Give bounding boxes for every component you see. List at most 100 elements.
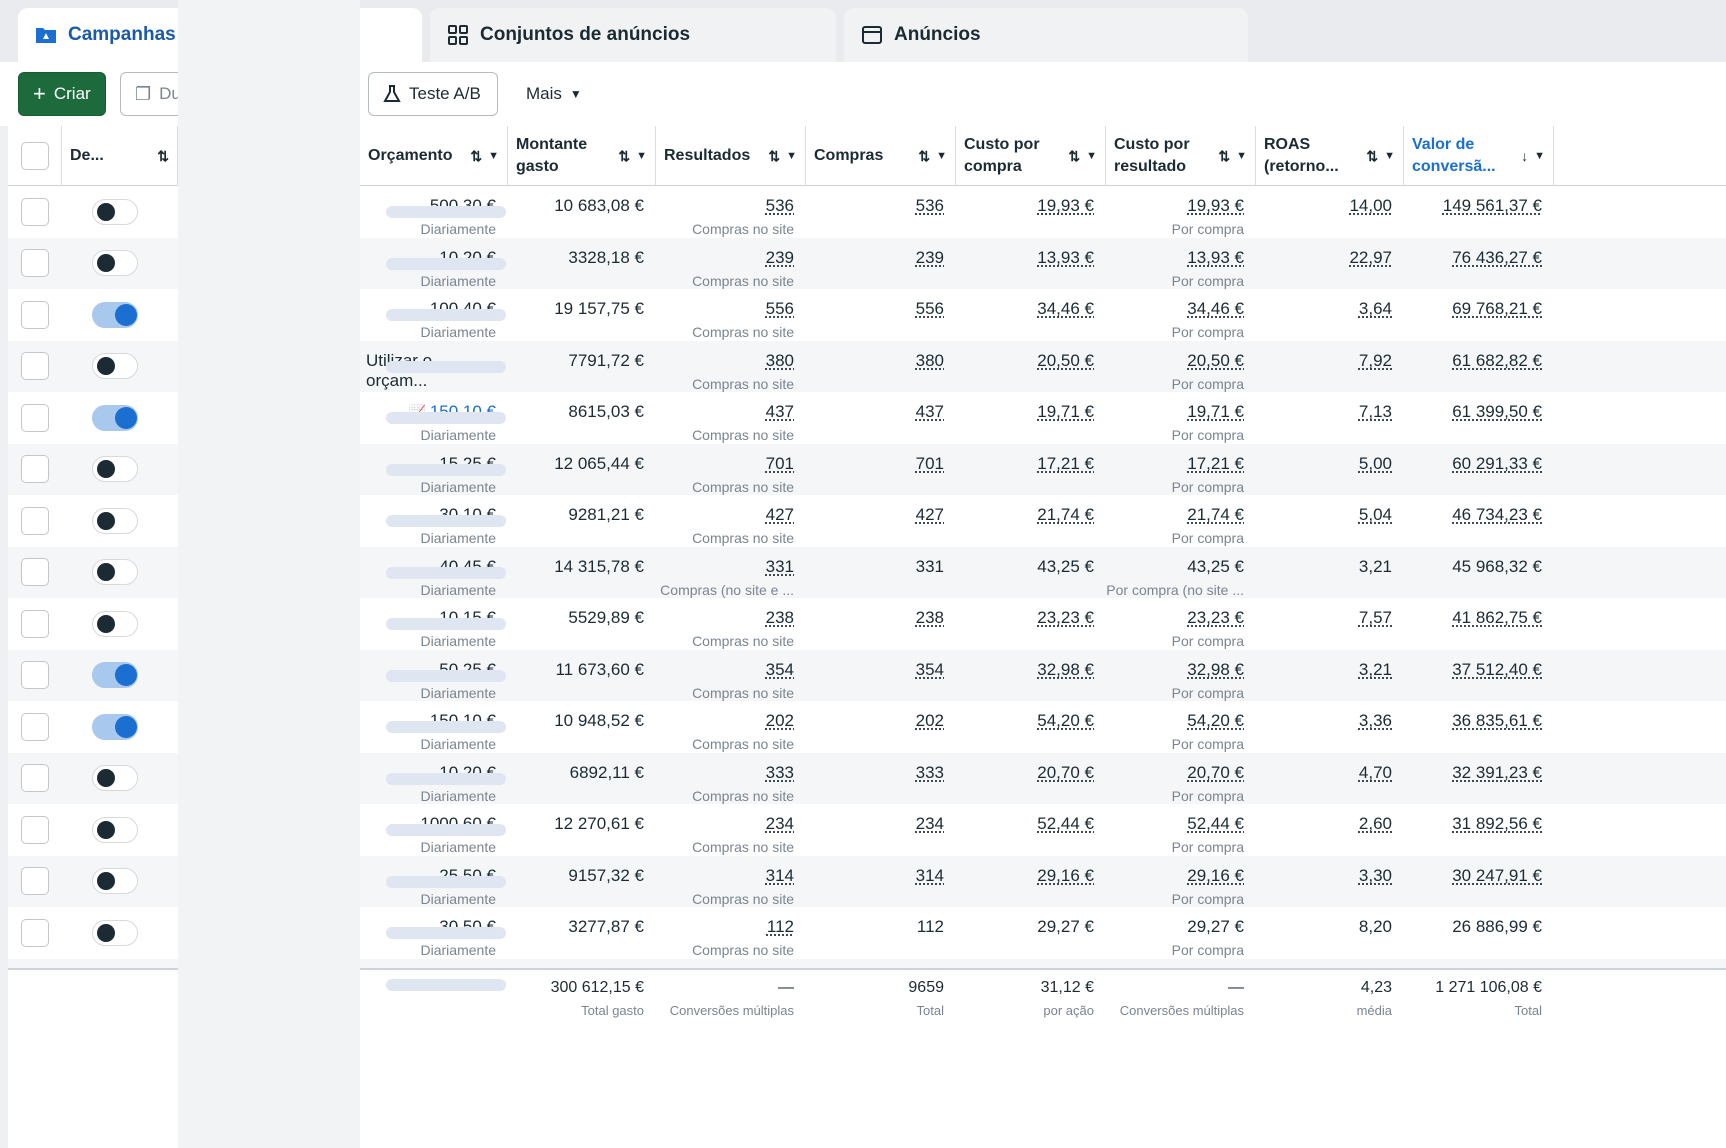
purchases-value[interactable]: 333 — [806, 763, 944, 783]
delivery-toggle[interactable] — [92, 765, 138, 792]
purchases-value[interactable]: 556 — [806, 299, 944, 319]
results-value[interactable]: 427 — [656, 505, 794, 525]
col-roas[interactable]: ROAS (retorno... ⇅ ▼ — [1256, 126, 1404, 186]
cpr-value[interactable]: 21,74 € — [1106, 505, 1244, 525]
cpp-value[interactable]: 13,93 € — [956, 248, 1094, 268]
results-value[interactable]: 536 — [656, 196, 794, 216]
cpr-value[interactable]: 34,46 € — [1106, 299, 1244, 319]
tab-adsets[interactable]: Conjuntos de anúncios — [430, 8, 836, 62]
row-checkbox[interactable] — [21, 867, 49, 896]
col-budget[interactable]: Orçamento ⇅ ▼ — [360, 126, 508, 186]
results-value[interactable]: 112 — [656, 917, 794, 937]
cpp-value[interactable]: 29,16 € — [956, 866, 1094, 886]
sort-icon[interactable]: ⇅ — [1068, 145, 1080, 167]
cpp-value[interactable]: 43,25 € — [956, 557, 1094, 577]
results-value[interactable]: 556 — [656, 299, 794, 319]
results-value[interactable]: 331 — [656, 557, 794, 577]
cpp-value[interactable]: 23,23 € — [956, 608, 1094, 628]
conv-value[interactable]: 46 734,23 € — [1404, 505, 1542, 525]
purchases-value[interactable]: 314 — [806, 866, 944, 886]
more-dropdown[interactable]: Mais ▼ — [512, 72, 596, 116]
row-checkbox[interactable] — [21, 197, 49, 226]
row-checkbox[interactable] — [21, 918, 49, 947]
cpr-value[interactable]: 54,20 € — [1106, 711, 1244, 731]
conv-value[interactable]: 32 391,23 € — [1404, 763, 1542, 783]
caret-down-icon[interactable]: ▼ — [1384, 145, 1395, 167]
row-checkbox[interactable] — [21, 764, 49, 793]
col-results[interactable]: Resultados ⇅ ▼ — [656, 126, 806, 186]
cpp-value[interactable]: 29,27 € — [956, 917, 1094, 937]
caret-down-icon[interactable]: ▼ — [488, 145, 499, 167]
delivery-toggle[interactable] — [92, 713, 138, 740]
row-checkbox[interactable] — [21, 300, 49, 329]
delivery-toggle[interactable] — [92, 559, 138, 586]
cpr-value[interactable]: 19,93 € — [1106, 196, 1244, 216]
results-value[interactable]: 380 — [656, 351, 794, 371]
roas-value[interactable]: 3,64 — [1256, 299, 1392, 319]
delivery-toggle[interactable] — [92, 353, 138, 380]
cpr-value[interactable]: 32,98 € — [1106, 660, 1244, 680]
purchases-value[interactable]: 331 — [806, 557, 944, 577]
roas-value[interactable]: 14,00 — [1256, 196, 1392, 216]
sort-icon[interactable]: ⇅ — [1366, 145, 1378, 167]
delivery-toggle[interactable] — [92, 404, 138, 431]
row-checkbox[interactable] — [21, 249, 49, 278]
conv-value[interactable]: 26 886,99 € — [1404, 917, 1542, 937]
conv-value[interactable]: 61 399,50 € — [1404, 402, 1542, 422]
results-value[interactable]: 238 — [656, 608, 794, 628]
conv-value[interactable]: 45 968,32 € — [1404, 557, 1542, 577]
roas-value[interactable]: 22,97 — [1256, 248, 1392, 268]
cpr-value[interactable]: 20,70 € — [1106, 763, 1244, 783]
col-delivery[interactable]: De... ⇅ — [62, 126, 178, 186]
roas-value[interactable]: 3,21 — [1256, 557, 1392, 577]
results-value[interactable]: 333 — [656, 763, 794, 783]
caret-down-icon[interactable]: ▼ — [1236, 145, 1247, 167]
cpr-value[interactable]: 29,16 € — [1106, 866, 1244, 886]
conv-value[interactable]: 36 835,61 € — [1404, 711, 1542, 731]
roas-value[interactable]: 7,57 — [1256, 608, 1392, 628]
tab-ads[interactable]: Anúncios — [844, 8, 1248, 62]
conv-value[interactable]: 149 561,37 € — [1404, 196, 1542, 216]
row-checkbox[interactable] — [21, 712, 49, 741]
sort-icon[interactable]: ⇅ — [618, 145, 630, 167]
results-value[interactable]: 202 — [656, 711, 794, 731]
conv-value[interactable]: 37 512,40 € — [1404, 660, 1542, 680]
row-checkbox[interactable] — [21, 403, 49, 432]
purchases-value[interactable]: 427 — [806, 505, 944, 525]
delivery-toggle[interactable] — [92, 610, 138, 637]
results-value[interactable]: 234 — [656, 814, 794, 834]
sort-desc-icon[interactable]: ↓ — [1521, 145, 1528, 167]
row-checkbox[interactable] — [21, 815, 49, 844]
cpr-value[interactable]: 19,71 € — [1106, 402, 1244, 422]
results-value[interactable]: 701 — [656, 454, 794, 474]
conv-value[interactable]: 69 768,21 € — [1404, 299, 1542, 319]
purchases-value[interactable]: 112 — [806, 917, 944, 937]
purchases-value[interactable]: 437 — [806, 402, 944, 422]
roas-value[interactable]: 5,00 — [1256, 454, 1392, 474]
caret-down-icon[interactable]: ▼ — [786, 145, 797, 167]
caret-down-icon[interactable]: ▼ — [1086, 145, 1097, 167]
conv-value[interactable]: 30 247,91 € — [1404, 866, 1542, 886]
cpp-value[interactable]: 19,71 € — [956, 402, 1094, 422]
sort-icon[interactable]: ⇅ — [768, 145, 780, 167]
delivery-toggle[interactable] — [92, 919, 138, 946]
sort-icon[interactable]: ⇅ — [1218, 145, 1230, 167]
caret-down-icon[interactable]: ▼ — [1534, 145, 1545, 167]
conv-value[interactable]: 41 862,75 € — [1404, 608, 1542, 628]
delivery-toggle[interactable] — [92, 301, 138, 328]
col-cost-per-result[interactable]: Custo por resultado ⇅ ▼ — [1106, 126, 1256, 186]
conv-value[interactable]: 61 682,82 € — [1404, 351, 1542, 371]
cpp-value[interactable]: 21,74 € — [956, 505, 1094, 525]
roas-value[interactable]: 7,92 — [1256, 351, 1392, 371]
roas-value[interactable]: 5,04 — [1256, 505, 1392, 525]
roas-value[interactable]: 8,20 — [1256, 917, 1392, 937]
cpr-value[interactable]: 43,25 € — [1106, 557, 1244, 577]
purchases-value[interactable]: 238 — [806, 608, 944, 628]
purchases-value[interactable]: 380 — [806, 351, 944, 371]
cpr-value[interactable]: 17,21 € — [1106, 454, 1244, 474]
col-purchases[interactable]: Compras ⇅ ▼ — [806, 126, 956, 186]
caret-down-icon[interactable]: ▼ — [636, 145, 647, 167]
select-all-checkbox[interactable] — [20, 142, 49, 170]
row-checkbox[interactable] — [21, 661, 49, 690]
cpr-value[interactable]: 52,44 € — [1106, 814, 1244, 834]
